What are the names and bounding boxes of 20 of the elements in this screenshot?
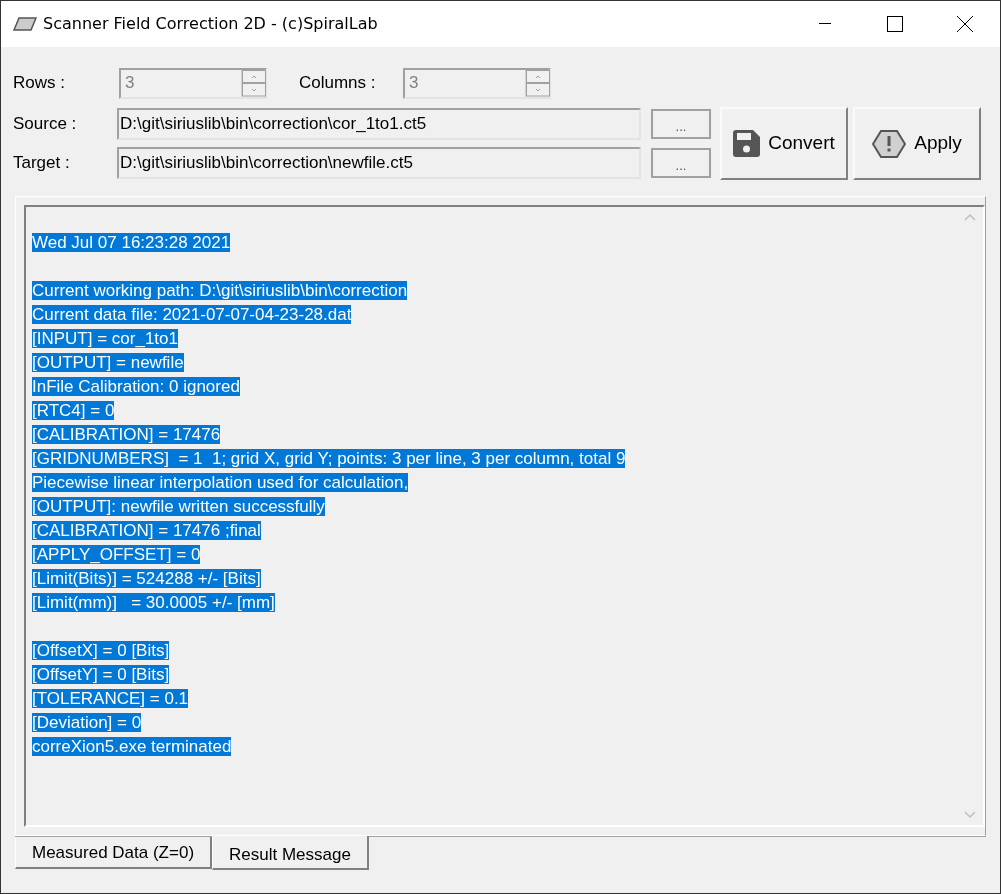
maximize-icon — [887, 16, 903, 32]
close-icon — [957, 16, 973, 32]
scroll-up-icon[interactable] — [963, 213, 976, 221]
browse-button[interactable]: ... — [651, 109, 711, 139]
field-label: Columns : — [299, 72, 376, 95]
field-label: Rows : — [13, 72, 65, 95]
app-icon — [13, 17, 37, 31]
field-label: Target : — [13, 152, 71, 175]
minimize-icon — [819, 23, 831, 25]
field-label: Source : — [13, 113, 78, 136]
warning-hexagon-icon — [872, 129, 907, 158]
convert-button[interactable]: Convert — [720, 107, 848, 180]
window-title: Scanner Field Correction 2D - (c)SpiralLab — [43, 13, 378, 35]
path-field[interactable]: D:\git\siriuslib\bin\correction\newfile.ct5 — [117, 147, 641, 179]
path-field[interactable]: D:\git\siriuslib\bin\correction\cor_1to1.ct5 — [117, 108, 641, 140]
tab[interactable]: Result Message — [212, 836, 369, 870]
apply-button[interactable]: Apply — [853, 107, 981, 180]
scroll-down-icon[interactable] — [963, 811, 976, 819]
tab[interactable]: Measured Data (Z=0) — [15, 837, 213, 869]
browse-button[interactable]: ... — [651, 148, 711, 178]
